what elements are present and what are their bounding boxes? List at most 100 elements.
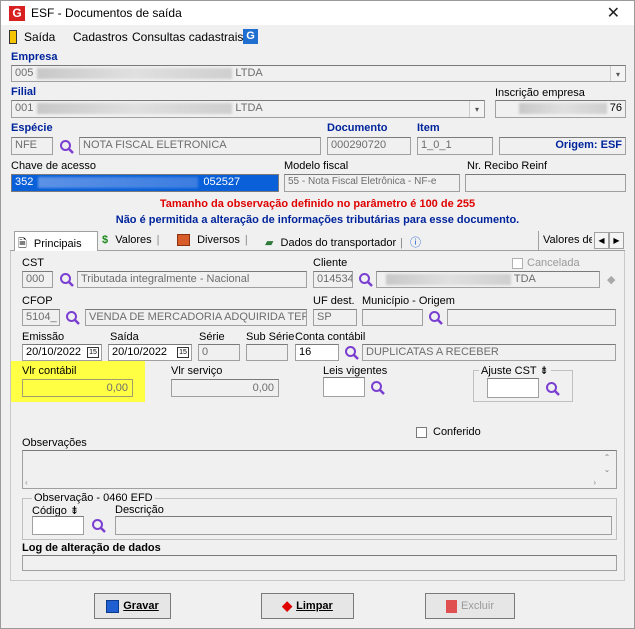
- warning-tributaria: Não é permitida a alteração de informaçõ…: [115, 214, 520, 226]
- menu-cadastros[interactable]: Cadastros: [73, 30, 128, 44]
- emissao-label: Emissão: [22, 331, 65, 343]
- eraser-icon: ◆: [282, 598, 293, 613]
- vlr-contabil-field[interactable]: 0,00: [22, 379, 133, 397]
- emissao-field[interactable]: 20/10/2022 15: [22, 344, 102, 361]
- chave-label: Chave de acesso: [11, 160, 96, 172]
- uf-field[interactable]: SP: [313, 309, 357, 326]
- exit-door-icon[interactable]: [9, 30, 17, 44]
- search-icon[interactable]: [428, 310, 444, 326]
- menu-consultas-cadastrais[interactable]: Consultas cadastrais: [132, 30, 243, 44]
- documento-field[interactable]: 000290720: [327, 137, 411, 155]
- modelo-label: Modelo fiscal: [284, 160, 349, 172]
- calendar-icon[interactable]: 15: [87, 347, 99, 358]
- conta-label: Conta contábil: [295, 331, 366, 343]
- municipio-label: Município - Origem: [362, 295, 455, 307]
- codigo-field[interactable]: [32, 516, 84, 535]
- log-label: Log de alteração de dados: [22, 542, 161, 554]
- cancelada-checkbox[interactable]: [512, 258, 523, 269]
- scroll-down-icon[interactable]: ⌄: [600, 465, 614, 474]
- leis-field[interactable]: [323, 377, 365, 397]
- municipio-code-field[interactable]: [362, 309, 423, 326]
- cfop-desc-field: VENDA DE MERCADORIA ADQUIRIDA TERC: [85, 309, 307, 326]
- tab-valores-ir[interactable]: Valores de ir: [538, 231, 592, 251]
- conferido-checkbox[interactable]: [416, 427, 427, 438]
- cliente-desc-field: TDA: [376, 271, 600, 288]
- descricao-field: [115, 516, 612, 535]
- title-bar: G ESF - Documentos de saída ✕: [1, 1, 634, 25]
- especie-code-field[interactable]: NFE: [11, 137, 53, 155]
- warning-observacao: Tamanho da observação definido no parâme…: [159, 198, 476, 210]
- tab-dados-transportador[interactable]: ▰ Dados do transportador | ⓘ: [265, 231, 421, 251]
- obs0460-label: Observação - 0460 EFD: [32, 492, 155, 504]
- conta-desc-field: DUPLICATAS A RECEBER: [362, 344, 616, 361]
- limpar-button[interactable]: ◆ Limpar: [261, 593, 354, 619]
- calendar-icon[interactable]: 15: [177, 347, 189, 358]
- ajuste-field[interactable]: [487, 378, 539, 398]
- search-icon[interactable]: [358, 272, 374, 288]
- conferido-label: Conferido: [433, 426, 481, 438]
- main-window: G ESF - Documentos de saída ✕ Saída Cada…: [0, 0, 635, 629]
- vlr-contabil-label: Vlr contábil: [22, 365, 77, 377]
- conta-code-field[interactable]: 16: [295, 344, 339, 361]
- search-icon[interactable]: [59, 139, 75, 155]
- tab-strip: 🗎 Principais $ Valores | Diversos | ▰ Dado…: [10, 231, 625, 252]
- search-icon[interactable]: [344, 345, 360, 361]
- app-g-blue-icon[interactable]: G: [243, 29, 258, 44]
- scroll-left-icon[interactable]: ‹: [25, 478, 28, 487]
- serie-label: Série: [199, 331, 225, 343]
- search-icon[interactable]: [545, 381, 561, 397]
- menu-saida[interactable]: Saída: [24, 30, 55, 44]
- saida-label: Saída: [110, 331, 139, 343]
- chevron-down-icon[interactable]: ▾: [469, 101, 484, 117]
- scroll-right-icon[interactable]: ›: [593, 478, 596, 487]
- subserie-label: Sub Série: [246, 331, 295, 343]
- chevron-down-icon[interactable]: ▾: [610, 66, 625, 81]
- excluir-button[interactable]: Excluir: [425, 593, 515, 619]
- cfop-label: CFOP: [22, 295, 53, 307]
- uf-label: UF dest.: [313, 295, 355, 307]
- observacoes-label: Observações: [22, 437, 87, 449]
- tab-diversos[interactable]: Diversos |: [177, 231, 248, 251]
- tab-principais[interactable]: 🗎 Principais: [14, 231, 98, 252]
- search-icon[interactable]: [59, 272, 75, 288]
- calendar-icon: [177, 234, 190, 247]
- eraser-icon[interactable]: ◆: [607, 273, 615, 286]
- cst-desc-field: Tributada integralmente - Nacional: [77, 271, 307, 288]
- money-icon: $: [102, 234, 109, 246]
- saida-field[interactable]: 20/10/2022 15: [108, 344, 192, 361]
- tab-valores[interactable]: $ Valores |: [102, 231, 160, 251]
- cliente-label: Cliente: [313, 257, 348, 269]
- empresa-field[interactable]: 005 LTDA ▾: [11, 65, 626, 82]
- recibo-label: Nr. Recibo Reinf: [467, 160, 548, 172]
- inscricao-label: Inscrição empresa: [495, 87, 585, 99]
- chave-field[interactable]: 352 052527: [11, 174, 279, 192]
- close-icon[interactable]: ✕: [607, 3, 620, 23]
- cst-code-field[interactable]: 000: [22, 271, 53, 288]
- gravar-button[interactable]: Gravar: [94, 593, 171, 619]
- vlr-servico-field[interactable]: 0,00: [171, 379, 279, 397]
- ajuste-label: Ajuste CST ⇟: [479, 364, 551, 377]
- search-icon[interactable]: [91, 518, 107, 534]
- serie-field[interactable]: 0: [198, 344, 240, 361]
- scroll-up-icon[interactable]: ⌃: [600, 453, 614, 462]
- descricao-label: Descrição: [115, 504, 164, 516]
- tab-scroll-right-icon[interactable]: ▶: [609, 232, 624, 249]
- subserie-field[interactable]: [246, 344, 288, 361]
- filial-label: Filial: [11, 86, 37, 98]
- cfop-code-field[interactable]: 5104_: [22, 309, 60, 326]
- search-icon[interactable]: [370, 380, 386, 396]
- search-icon[interactable]: [65, 310, 81, 326]
- cliente-code-field[interactable]: 014534: [313, 271, 353, 288]
- filial-field[interactable]: 001 LTDA ▾: [11, 100, 485, 118]
- truck-icon: ▰: [265, 237, 274, 249]
- leis-label: Leis vigentes: [323, 365, 388, 377]
- menu-bar: Saída Cadastros Consultas cadastrais G: [1, 27, 634, 47]
- recibo-field[interactable]: [465, 174, 626, 192]
- empresa-label: Empresa: [11, 51, 58, 63]
- tab-scroll-left-icon[interactable]: ◀: [594, 232, 609, 249]
- especie-desc-field: NOTA FISCAL ELETRONICA: [79, 137, 321, 155]
- info-icon: ⓘ: [410, 237, 422, 249]
- observacoes-textarea[interactable]: ⌃ ⌄ ‹ ›: [22, 450, 617, 489]
- inscricao-field: 76: [495, 100, 626, 118]
- item-field[interactable]: 1_0_1: [417, 137, 493, 155]
